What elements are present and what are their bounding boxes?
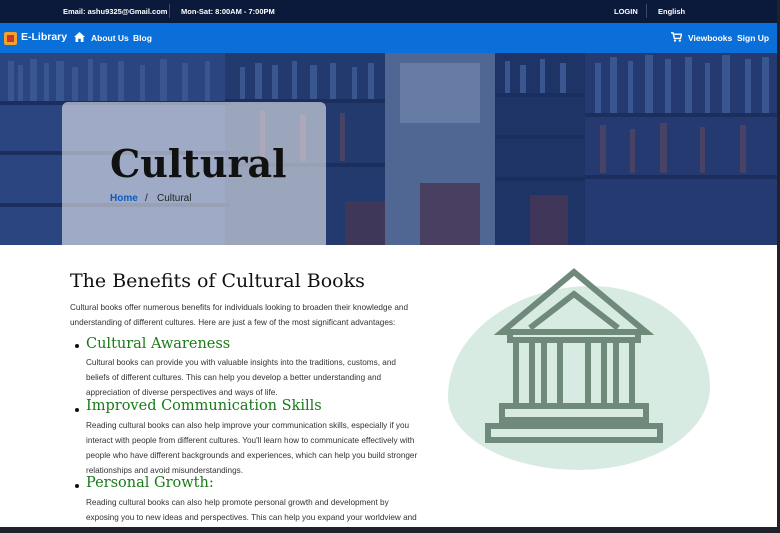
section-heading-personal-growth: Personal Growth: — [86, 475, 214, 491]
article-intro: Cultural books offer numerous benefits f… — [70, 300, 408, 330]
breadcrumb-separator: / — [145, 193, 148, 204]
section-heading-communication-skills: Improved Communication Skills — [86, 398, 322, 414]
body-line: Reading cultural books can also help pro… — [86, 498, 389, 507]
section-body: Reading cultural books can also help pro… — [86, 495, 417, 525]
bank-columns-icon — [485, 268, 663, 443]
brand-name[interactable]: E-Library — [21, 31, 67, 43]
top-info-bar: Email: ashu9325@Gmail.com Mon-Sat: 8:00A… — [0, 0, 777, 23]
nav-link-blog[interactable]: Blog — [133, 33, 152, 43]
article-title: The Benefits of Cultural Books — [70, 270, 365, 292]
bullet-icon — [75, 344, 79, 348]
nav-link-about-us[interactable]: About Us — [91, 33, 129, 43]
nav-link-sign-up[interactable]: Sign Up — [737, 33, 769, 43]
section-heading-cultural-awareness: Cultural Awareness — [86, 336, 231, 352]
bullet-icon — [75, 408, 79, 412]
home-icon[interactable] — [74, 32, 85, 42]
breadcrumb-current: Cultural — [157, 193, 192, 204]
body-line: people who have different backgrounds an… — [86, 451, 418, 460]
bullet-icon — [75, 484, 79, 488]
section-body: Cultural books can provide you with valu… — [86, 355, 396, 400]
divider — [646, 4, 647, 18]
intro-line: Cultural books offer numerous benefits f… — [70, 303, 409, 312]
breadcrumb-home[interactable]: Home — [110, 193, 138, 204]
body-line: exposing you to new ideas and perspectiv… — [86, 513, 417, 522]
nav-link-viewbooks[interactable]: Viewbooks — [688, 33, 732, 43]
main-navbar: E-Library About Us Blog Viewbooks Sign U… — [0, 23, 777, 53]
section-body: Reading cultural books can also help imp… — [86, 418, 417, 478]
page-frame: Email: ashu9325@Gmail.com Mon-Sat: 8:00A… — [0, 0, 777, 527]
divider — [169, 4, 170, 18]
logo-icon[interactable] — [4, 32, 17, 45]
intro-line: understanding of different cultures. Her… — [70, 318, 396, 327]
body-line: interact with people from different cult… — [86, 436, 415, 445]
body-line: Reading cultural books can also help imp… — [86, 421, 410, 430]
cart-icon[interactable] — [671, 32, 682, 42]
page-title: Cultural — [110, 141, 287, 186]
body-line: Cultural books can provide you with valu… — [86, 358, 396, 367]
opening-hours: Mon-Sat: 8:00AM - 7:00PM — [181, 7, 275, 16]
login-link[interactable]: LOGIN — [614, 7, 638, 16]
body-line: beliefs of different cultures. This can … — [86, 373, 382, 382]
hero-banner: Cultural Home / Cultural — [0, 53, 777, 245]
language-selector[interactable]: English — [658, 7, 685, 16]
contact-email: Email: ashu9325@Gmail.com — [63, 7, 168, 16]
